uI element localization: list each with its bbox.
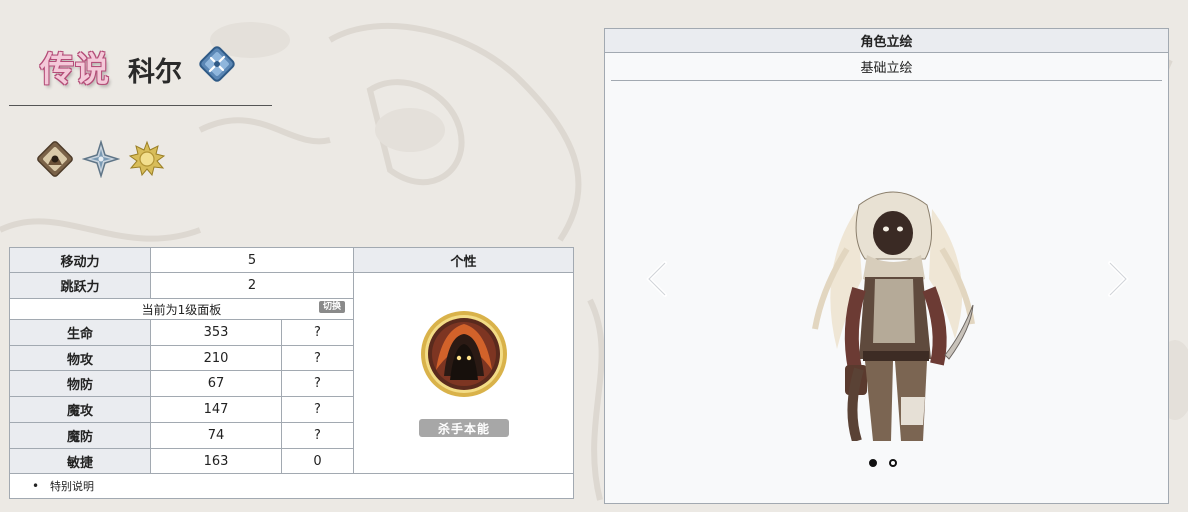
assassin-class-icon [197,44,237,88]
stat-extra-patk: ? [282,346,354,371]
stat-value-hp: 353 [151,320,282,346]
character-artwork [687,129,1087,443]
switch-button[interactable]: 切换 [319,301,346,313]
stat-label-matk: 魔攻 [10,397,151,423]
stat-extra-hp: ? [282,320,354,346]
artwork-panel: 角色立绘 基础立绘 [604,28,1169,504]
carousel-dot-1[interactable] [869,459,877,467]
panel-level-row: 当前为1级面板 [10,299,354,320]
stat-value-patk: 210 [151,346,282,371]
artwork-tab-basic[interactable]: 基础立绘 [611,53,1162,81]
stats-table: 移动力 5 个性 跳跃力 2 当前为1级面板 切换 生命 353 ? 物攻 21… [9,247,574,499]
carousel-next-arrow-icon[interactable] [1104,259,1132,299]
stat-value-matk: 147 [151,397,282,423]
stat-value-mdef: 74 [151,423,282,449]
movement-value: 5 [151,248,354,273]
artwork-panel-title: 角色立绘 [605,29,1168,53]
trait-icon-row [36,139,166,179]
header-divider [9,105,272,106]
jump-label: 跳跃力 [10,273,151,299]
special-note: 特别说明 [10,474,573,498]
jump-value: 2 [151,273,354,299]
stat-label-agility: 敏捷 [10,449,151,474]
shuriken-icon[interactable] [81,139,121,179]
stat-extra-matk: ? [282,397,354,423]
carousel-prev-arrow-icon[interactable] [643,259,671,299]
special-note-text: 特别说明 [50,480,94,493]
hooded-figure-icon[interactable] [36,140,74,178]
skill-name-badge: 杀手本能 [419,419,509,437]
stat-extra-mdef: ? [282,423,354,449]
character-name: 科尔 [128,57,182,88]
personality-header: 个性 [354,248,573,273]
sun-icon[interactable] [128,140,166,178]
stat-extra-agility: 0 [282,449,354,474]
carousel-indicators [869,459,897,467]
movement-label: 移动力 [10,248,151,273]
stat-label-pdef: 物防 [10,371,151,397]
stat-label-hp: 生命 [10,320,151,346]
rarity-label: 传说 [40,50,110,90]
skill-portrait-icon[interactable] [420,310,508,398]
carousel-dot-2[interactable] [889,459,897,467]
stat-label-patk: 物攻 [10,346,151,371]
panel-level-text: 当前为1级面板 [141,302,222,317]
stat-value-pdef: 67 [151,371,282,397]
stat-value-agility: 163 [151,449,282,474]
stat-extra-pdef: ? [282,371,354,397]
stat-label-mdef: 魔防 [10,423,151,449]
